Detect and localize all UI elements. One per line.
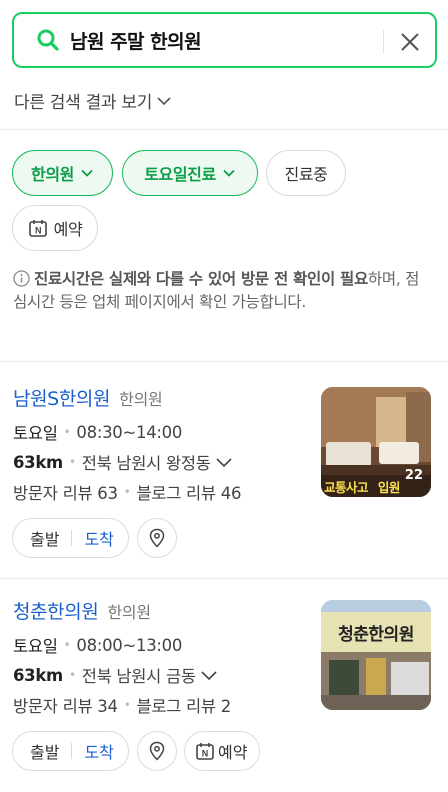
- photo-count-badge: 22: [404, 468, 423, 483]
- naver-booking-icon: N: [196, 743, 214, 760]
- address: 전북 남원시 금동: [81, 667, 196, 686]
- hours-notice: 진료시간은 실제와 다를 수 있어 방문 전 확인이 필요하며, 점심시간 등은…: [13, 268, 433, 314]
- open-day: 토요일: [13, 424, 58, 443]
- filter-chip-saturday[interactable]: 토요일진료: [122, 150, 258, 196]
- place-hours: 토요일 • 08:30~14:00: [13, 420, 182, 444]
- place-title-row: 청춘한의원 한의원: [13, 597, 151, 624]
- search-input[interactable]: [70, 29, 360, 51]
- distance: 63km: [13, 452, 63, 472]
- chevron-down-icon: [81, 169, 93, 177]
- dot-separator: •: [68, 455, 76, 469]
- photo-sign-text: 청춘한의원: [338, 625, 414, 645]
- place-category: 한의원: [119, 390, 163, 409]
- place-reviews: 방문자 리뷰 34 • 블로그 리뷰 2: [13, 693, 231, 717]
- dot-separator: •: [123, 698, 131, 712]
- map-pin-icon: [149, 741, 165, 761]
- clear-search-button[interactable]: [396, 28, 424, 56]
- reservation-button[interactable]: N 예약: [184, 731, 261, 771]
- arrive-button[interactable]: 도착: [72, 526, 127, 550]
- place-photo[interactable]: 22 교통사고 입원: [321, 387, 431, 497]
- photo-caption-1: 교통사고: [324, 480, 369, 495]
- place-category: 한의원: [107, 603, 152, 622]
- filter-chip-booking[interactable]: N 예약: [12, 205, 98, 251]
- blog-reviews: 블로그 리뷰 46: [136, 484, 242, 503]
- open-day: 토요일: [13, 637, 58, 656]
- dot-separator: •: [63, 638, 71, 652]
- depart-button[interactable]: 출발: [13, 739, 71, 763]
- place-name-link[interactable]: 청춘한의원: [13, 601, 99, 623]
- open-hours: 08:00~13:00: [76, 635, 183, 655]
- close-icon: [401, 33, 419, 51]
- photo-caption: 교통사고 입원: [324, 477, 400, 496]
- map-pin-button[interactable]: [137, 731, 177, 771]
- filter-chip-label: 예약: [53, 220, 83, 239]
- filter-chip-label: 토요일진료: [144, 165, 216, 184]
- visitor-reviews: 방문자 리뷰 34: [13, 697, 118, 716]
- place-name-link[interactable]: 남원S한의원: [13, 388, 110, 410]
- dot-separator: •: [123, 485, 131, 499]
- divider: [0, 578, 448, 579]
- search-bar[interactable]: [12, 12, 437, 68]
- place-title-row: 남원S한의원 한의원: [13, 384, 163, 411]
- place-hours: 토요일 • 08:00~13:00: [13, 633, 182, 657]
- dot-separator: •: [63, 425, 71, 439]
- filter-chip-label: 진료중: [284, 165, 328, 184]
- divider: [0, 361, 448, 362]
- other-results-label: 다른 검색 결과 보기: [14, 93, 153, 113]
- chevron-down-icon: [201, 671, 217, 681]
- svg-text:N: N: [35, 226, 41, 236]
- search-icon: [36, 27, 62, 53]
- chevron-down-icon: [157, 96, 171, 105]
- dot-separator: •: [68, 668, 76, 682]
- other-results-toggle[interactable]: 다른 검색 결과 보기: [14, 88, 172, 113]
- divider: [0, 129, 448, 130]
- place-address-row[interactable]: 63km • 전북 남원시 왕정동: [13, 450, 233, 474]
- chevron-down-icon: [223, 169, 235, 177]
- naver-booking-icon: N: [28, 220, 47, 237]
- map-pin-icon: [149, 528, 165, 548]
- search-divider: [383, 30, 384, 54]
- chevron-down-icon: [216, 458, 232, 468]
- svg-text:N: N: [202, 749, 209, 759]
- arrive-button[interactable]: 도착: [72, 739, 127, 763]
- depart-button[interactable]: 출발: [13, 526, 71, 550]
- filter-chip-category[interactable]: 한의원: [12, 150, 113, 196]
- filter-chip-open-now[interactable]: 진료중: [266, 150, 346, 196]
- photo-caption-2: 입원: [377, 480, 401, 495]
- place-address-row[interactable]: 63km • 전북 남원시 금동: [13, 663, 218, 687]
- visitor-reviews: 방문자 리뷰 63: [13, 484, 118, 503]
- open-hours: 08:30~14:00: [76, 422, 183, 442]
- filter-chip-label: 한의원: [31, 165, 74, 184]
- info-icon: [13, 270, 30, 287]
- reservation-label: 예약: [218, 743, 248, 762]
- place-reviews: 방문자 리뷰 63 • 블로그 리뷰 46: [13, 480, 241, 504]
- address: 전북 남원시 왕정동: [81, 454, 211, 473]
- place-photo[interactable]: 청춘한의원: [321, 600, 431, 710]
- notice-bold-text: 진료시간은 실제와 다를 수 있어 방문 전 확인이 필요: [34, 270, 368, 288]
- distance: 63km: [13, 665, 63, 685]
- directions-button-group: 출발 도착: [12, 518, 129, 558]
- blog-reviews: 블로그 리뷰 2: [136, 697, 231, 716]
- map-pin-button[interactable]: [137, 518, 177, 558]
- directions-button-group: 출발 도착: [12, 731, 129, 771]
